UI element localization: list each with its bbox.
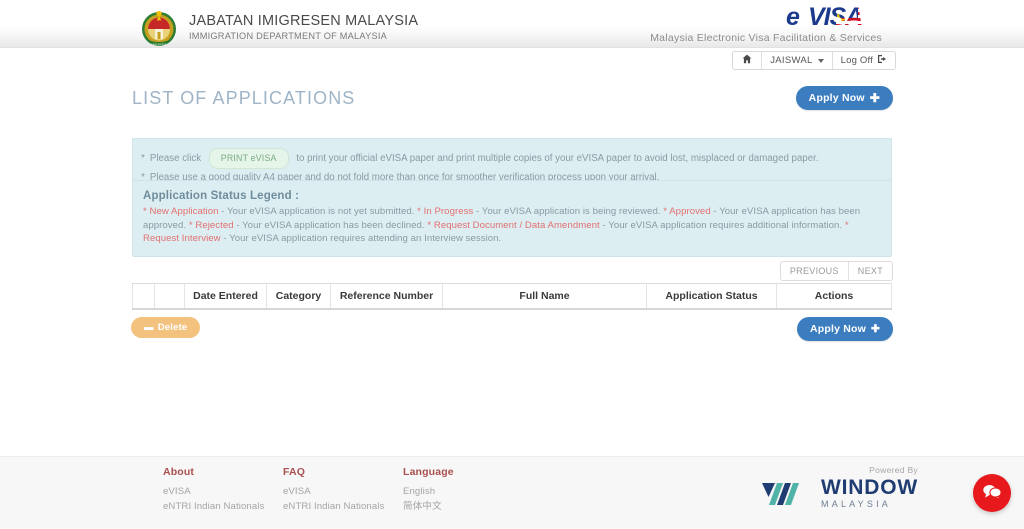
chat-bubble-icon (982, 483, 1002, 504)
partner-subname: MALAYSIA (821, 499, 891, 509)
evisa-logo: VISA e (786, 3, 884, 31)
logout-icon (877, 54, 887, 67)
column-header-checkbox (132, 283, 155, 310)
powered-by-label: Powered By (869, 465, 918, 475)
footer-link-faq-entri[interactable]: eNTRI Indian Nationals (283, 499, 384, 514)
page-title: LIST OF APPLICATIONS (132, 88, 356, 108)
username-label: JAISWAL (770, 55, 813, 66)
footer-link-faq-evisa[interactable]: eVISA (283, 484, 384, 499)
footer-column-language: Language English 简体中文 (403, 466, 454, 514)
minus-icon: ▬ (144, 322, 154, 333)
legend-desc-1: - Your eVISA application is being review… (473, 206, 664, 217)
malaysia-immigration-crest-icon: MALAYSIA (138, 5, 180, 49)
brand-text: JABATAN IMIGRESEN MALAYSIA IMMIGRATION D… (189, 13, 418, 42)
apply-now-button-top[interactable]: Apply Now ✚ (795, 86, 893, 110)
site-header: MALAYSIA JABATAN IMIGRESEN MALAYSIA IMMI… (0, 0, 1024, 48)
delete-label: Delete (157, 322, 188, 333)
logoff-button[interactable]: Log Off (833, 52, 895, 69)
column-header-date-entered[interactable]: Date Entered (184, 283, 267, 310)
legend-desc-3: - Your eVISA application has been declin… (233, 219, 428, 231)
column-header-category[interactable]: Category (266, 283, 331, 310)
legend-status-3: * Rejected (188, 219, 234, 231)
agency-name-english: IMMIGRATION DEPARTMENT OF MALAYSIA (189, 30, 388, 41)
home-icon (742, 54, 752, 67)
note-line-1-pre: Please click (149, 153, 202, 164)
legend-title: Application Status Legend : (143, 190, 300, 202)
legend-status-2: * Approved (663, 206, 711, 217)
applications-table: Date Entered Category Reference Number F… (132, 283, 892, 310)
legend-status-1: * In Progress (417, 206, 474, 217)
footer-link-about-entri[interactable]: eNTRI Indian Nationals (163, 499, 264, 514)
brand-block: MALAYSIA JABATAN IMIGRESEN MALAYSIA IMMI… (138, 5, 418, 49)
window-malaysia-logo-icon: WINDOW MALAYSIA (762, 477, 918, 509)
chat-button[interactable] (973, 474, 1011, 512)
user-menu[interactable]: JAISWAL (762, 52, 833, 69)
legend-status-4: * Request Document / Data Amendment (427, 219, 600, 231)
column-header-full-name[interactable]: Full Name (442, 283, 647, 310)
column-header-application-status[interactable]: Application Status (646, 283, 777, 310)
note-line-1-post: to print your official eVISA paper and p… (296, 153, 819, 164)
legend-desc-5: - Your eVISA application requires attend… (220, 233, 502, 244)
footer-heading-language: Language (403, 466, 454, 478)
footer-heading-faq: FAQ (283, 466, 306, 478)
apply-now-button-bottom[interactable]: Apply Now ✚ (796, 317, 893, 341)
legend-desc-4: - Your eVISA application requires additi… (599, 219, 845, 231)
apply-now-label: Apply Now (808, 92, 865, 104)
user-bar: JAISWAL Log Off (732, 51, 896, 70)
logoff-label: Log Off (840, 55, 873, 66)
chevron-down-icon (817, 58, 824, 63)
print-evisa-badge[interactable]: PRINT eVISA (208, 148, 289, 169)
previous-page-button[interactable]: PREVIOUS (781, 262, 849, 280)
agency-name-malay: JABATAN IMIGRESEN MALAYSIA (189, 12, 419, 29)
apply-now-label: Apply Now (809, 323, 866, 335)
home-button[interactable] (733, 52, 763, 69)
table-header-row: Date Entered Category Reference Number F… (132, 283, 892, 310)
footer-link-language-english[interactable]: English (403, 484, 454, 499)
column-header-reference-number[interactable]: Reference Number (330, 283, 443, 310)
pagination-controls: PREVIOUS NEXT (779, 261, 893, 281)
plus-icon: ✚ (871, 323, 880, 335)
footer-link-about-evisa[interactable]: eVISA (163, 484, 264, 499)
partner-name-text: WINDOW MALAYSIA (821, 477, 918, 509)
plus-icon: ✚ (869, 91, 880, 105)
column-header-icon (154, 283, 185, 310)
evisa-tagline: Malaysia Electronic Visa Facilitation & … (650, 32, 882, 44)
delete-button[interactable]: ▬ Delete (131, 317, 201, 338)
footer-link-language-chinese[interactable]: 简体中文 (403, 499, 454, 514)
svg-text:e: e (786, 4, 800, 30)
column-header-actions[interactable]: Actions (776, 283, 892, 310)
legend-status-0: * New Application (143, 206, 219, 217)
legend-desc-0: - Your eVISA application is not yet subm… (218, 206, 418, 217)
footer-column-faq: FAQ eVISA eNTRI Indian Nationals (283, 466, 384, 514)
page-root: MALAYSIA JABATAN IMIGRESEN MALAYSIA IMMI… (0, 0, 1024, 529)
note-bullet: * (141, 153, 145, 164)
footer-column-about: About eVISA eNTRI Indian Nationals (163, 466, 264, 514)
note-line-1: * Please click PRINT eVISA to print your… (141, 148, 881, 169)
partner-name: WINDOW (821, 476, 918, 499)
applications-table-head: Date Entered Category Reference Number F… (132, 283, 892, 310)
site-footer: About eVISA eNTRI Indian Nationals FAQ e… (0, 456, 1024, 529)
next-page-button[interactable]: NEXT (849, 262, 892, 280)
status-legend-panel: Application Status Legend : * New Applic… (132, 180, 892, 257)
legend-body: * New Application - Your eVISA applicati… (143, 205, 879, 246)
footer-heading-about: About (163, 466, 195, 478)
note-line-1-text: Please click PRINT eVISA to print your o… (149, 148, 819, 169)
svg-text:MALAYSIA: MALAYSIA (151, 43, 167, 47)
powered-by-block: Powered By WINDOW MALAYSIA (762, 465, 918, 509)
